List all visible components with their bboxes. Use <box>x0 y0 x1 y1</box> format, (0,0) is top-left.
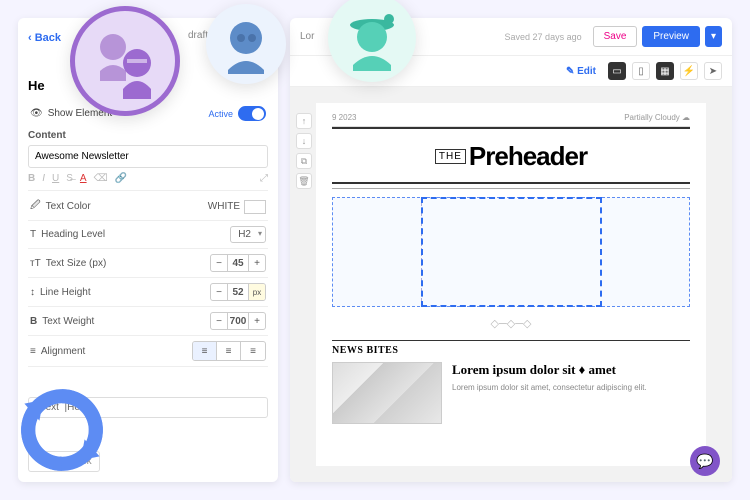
move-up-icon[interactable]: ↑ <box>296 113 312 129</box>
font-color-icon[interactable]: A <box>80 173 87 184</box>
align-left-button[interactable]: ≡ <box>193 342 217 360</box>
underline-icon[interactable]: U <box>52 173 59 184</box>
align-right-button[interactable]: ≡ <box>241 342 265 360</box>
back-button[interactable]: Back <box>28 32 61 44</box>
arrow-icon[interactable]: ➤ <box>704 62 722 80</box>
line-height-stepper[interactable]: −52px <box>210 283 266 301</box>
active-label: Active <box>208 109 233 119</box>
canvas: ↑ ↓ ⧉ 🗑 9 2023 Partially Cloudy ☁ THEPre… <box>290 87 732 482</box>
active-toggle[interactable] <box>238 106 266 121</box>
edit-link[interactable]: ✎ Edit <box>566 66 596 77</box>
link-icon[interactable]: 🔗 <box>115 173 127 184</box>
italic-icon[interactable]: I <box>42 173 45 184</box>
clear-icon[interactable]: ⌫ <box>94 173 108 184</box>
size-icon: тT <box>30 258 41 269</box>
eye-icon: 👁 <box>30 108 43 119</box>
expand-icon[interactable]: ⤢ <box>260 173 268 184</box>
lor-label: Lor <box>300 31 314 42</box>
strike-icon[interactable]: S̶ <box>66 173 73 184</box>
grid-icon[interactable]: ▦ <box>656 62 674 80</box>
text-size-stepper[interactable]: −45+ <box>210 254 266 272</box>
align-icon: ≡ <box>30 346 36 357</box>
text-size-label: Text Size (px) <box>46 258 107 269</box>
text-color-label: Text Color <box>46 201 91 212</box>
date-label: 9 2023 <box>332 113 356 122</box>
heading-icon: T <box>30 229 36 240</box>
avatar-purple <box>70 6 180 116</box>
draft-badge: draft <box>188 30 208 41</box>
avatar-teal <box>328 0 416 82</box>
heading-level-select[interactable]: H2 <box>230 226 266 243</box>
rich-text-toolbar: B I U S̶ A ⌫ 🔗 ⤢ <box>28 172 268 191</box>
alignment-group: ≡ ≡ ≡ <box>192 341 266 361</box>
section-heading: NEWS BITES <box>332 340 690 356</box>
align-center-button[interactable]: ≡ <box>217 342 241 360</box>
article-image <box>332 362 442 424</box>
bolt-icon[interactable]: ⚡ <box>680 62 698 80</box>
article-title: Lorem ipsum dolor sit ♦ amet <box>452 362 647 378</box>
delete-icon[interactable]: 🗑 <box>296 173 312 189</box>
heading-level-label: Heading Level <box>41 229 105 240</box>
masthead: THEPreheader <box>332 131 690 182</box>
weather-label: Partially Cloudy ☁ <box>624 113 690 122</box>
article-body: Lorem ipsum dolor sit amet, consectetur … <box>452 382 647 393</box>
saved-timestamp: Saved 27 days ago <box>505 32 582 42</box>
move-down-icon[interactable]: ↓ <box>296 133 312 149</box>
layout-placeholder[interactable] <box>332 197 690 307</box>
avatar-blue <box>206 4 286 84</box>
content-input[interactable] <box>28 145 268 168</box>
preview-panel: Lor Saved 27 days ago Save Preview ▾ ✎ E… <box>290 18 732 482</box>
mobile-view-icon[interactable]: ▯ <box>632 62 650 80</box>
ornament-icon: ◇─◇─◇ <box>332 317 690 330</box>
alignment-label: Alignment <box>41 346 85 357</box>
color-swatch[interactable] <box>244 200 266 214</box>
line-height-icon: ↕ <box>30 287 35 298</box>
text-weight-label: Text Weight <box>42 316 94 327</box>
text-color-icon: 🖉 <box>30 198 41 215</box>
weight-icon: B <box>30 316 37 327</box>
save-button[interactable]: Save <box>593 26 638 47</box>
text-weight-stepper[interactable]: −700+ <box>210 312 266 330</box>
desktop-view-icon[interactable]: ▭ <box>608 62 626 80</box>
preview-button[interactable]: Preview <box>642 26 700 47</box>
sync-icon <box>12 380 112 480</box>
newsletter-paper: 9 2023 Partially Cloudy ☁ THEPreheader ◇… <box>316 103 706 466</box>
bold-icon[interactable]: B <box>28 173 35 184</box>
block-tools: ↑ ↓ ⧉ 🗑 <box>296 113 312 189</box>
line-height-label: Line Height <box>40 287 91 298</box>
content-label: Content <box>28 130 268 141</box>
help-button[interactable]: 💬 <box>690 446 720 476</box>
copy-icon[interactable]: ⧉ <box>296 153 312 169</box>
preview-dropdown-button[interactable]: ▾ <box>705 26 722 47</box>
text-color-value: WHITE <box>208 201 240 212</box>
